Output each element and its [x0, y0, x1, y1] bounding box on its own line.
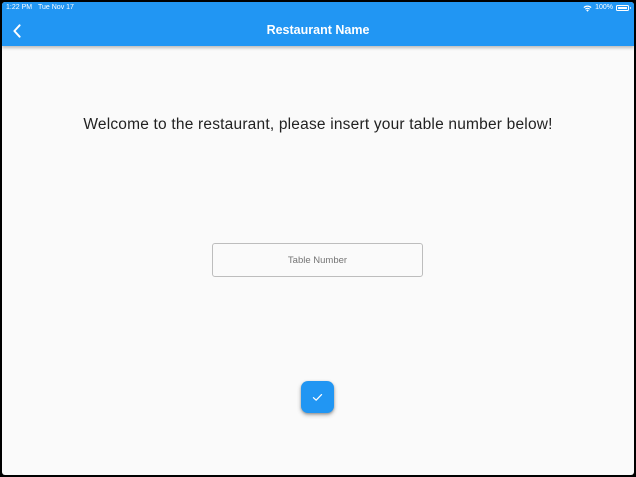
- battery-icon: [616, 5, 631, 11]
- battery-level: [618, 7, 627, 9]
- page-title: Restaurant Name: [266, 23, 370, 37]
- check-icon: [312, 393, 323, 401]
- status-date: Tue Nov 17: [38, 4, 74, 11]
- battery-percentage: 100%: [595, 4, 613, 11]
- status-time: 1:22 PM: [6, 4, 33, 11]
- submit-button[interactable]: [301, 381, 334, 413]
- app-bar: 1:22 PM Tue Nov 17 100% Restaurant Name: [2, 2, 634, 46]
- table-number-input[interactable]: [212, 243, 423, 277]
- wifi-icon: [583, 5, 592, 12]
- status-bar: 1:22 PM Tue Nov 17 100%: [2, 2, 634, 14]
- status-indicators: 100%: [583, 2, 631, 14]
- welcome-message: Welcome to the restaurant, please insert…: [83, 116, 553, 133]
- device-screen: 1:22 PM Tue Nov 17 100% Restaurant Name …: [2, 2, 634, 475]
